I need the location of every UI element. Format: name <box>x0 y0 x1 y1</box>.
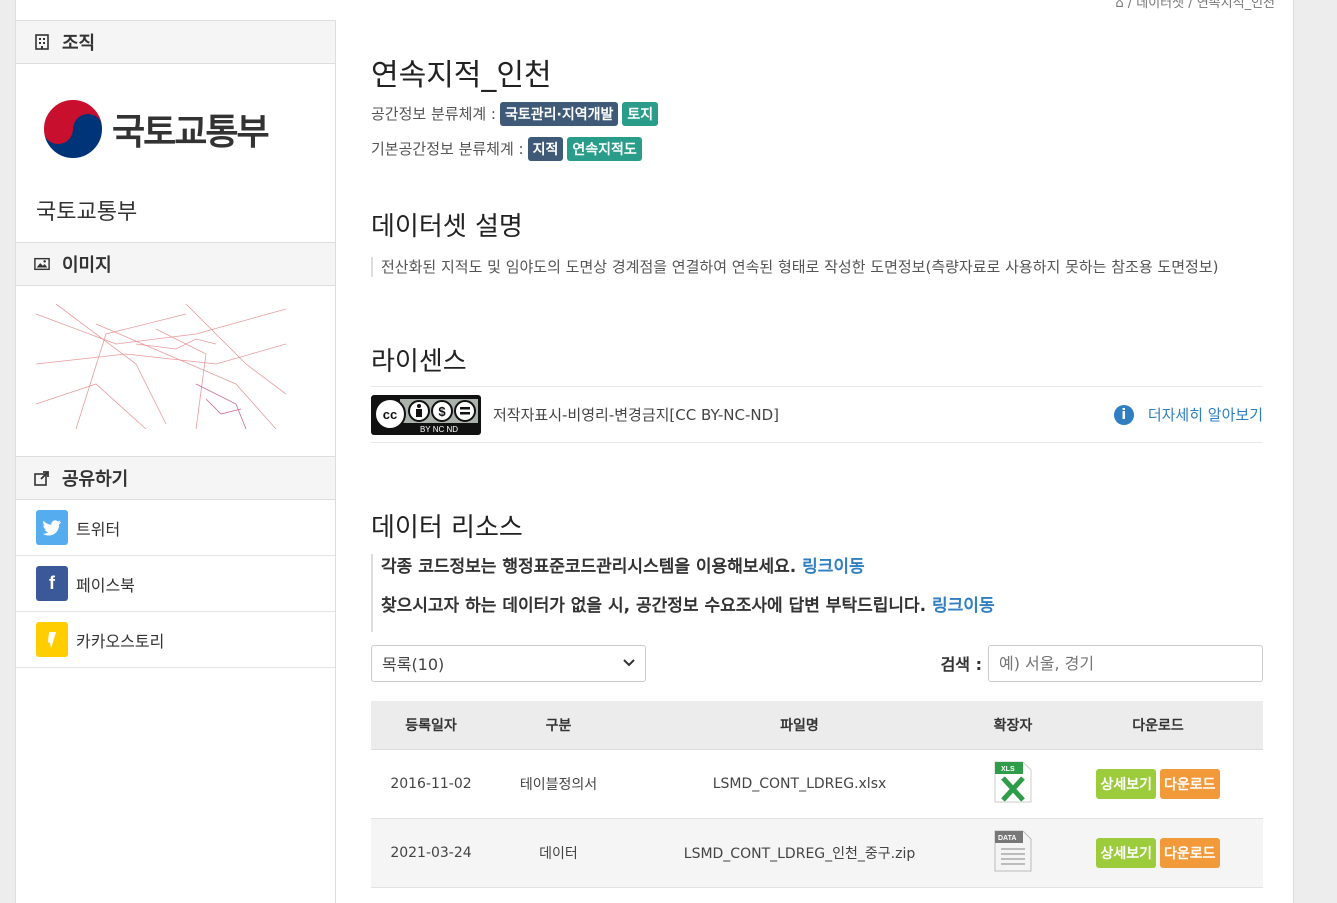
table-header-row: 등록일자 구분 파일명 확장자 다운로드 <box>371 701 1263 750</box>
license-more-label: 더자세히 알아보기 <box>1147 406 1263 424</box>
row-extension: XLS <box>973 749 1053 819</box>
search-input[interactable] <box>988 644 1263 682</box>
twitter-icon <box>36 510 68 545</box>
org-logo: 국토교통부 <box>16 64 335 194</box>
building-icon <box>34 34 50 50</box>
share-section-header: 공유하기 <box>16 456 335 500</box>
spatial-tag-2[interactable]: 토지 <box>622 101 659 126</box>
dataset-preview-image <box>16 286 335 456</box>
search-label: 검색 : <box>940 655 982 674</box>
org-section-header: 조직 <box>16 20 335 64</box>
notice-survey-text: 찾으시고자 하는 데이터가 없을 시, 공간정보 수요조사에 답변 부탁드립니다… <box>381 596 927 616</box>
row-actions: 상세보기 다운로드 <box>1053 818 1263 888</box>
image-section-header: 이미지 <box>16 242 335 286</box>
license-text: 저작자표시-비영리-변경금지[CC BY-NC-ND] <box>493 406 779 424</box>
col-filename[interactable]: 파일명 <box>626 701 973 750</box>
xls-label: XLS <box>1001 766 1015 773</box>
page-size-select[interactable]: 목록(10) <box>371 644 646 682</box>
svg-text:$: $ <box>438 404 446 419</box>
survey-link[interactable]: 링크이동 <box>932 596 995 616</box>
resources-heading: 데이터 리소스 <box>371 513 523 543</box>
kakaostory-icon <box>36 622 68 657</box>
notice-survey: 찾으시고자 하는 데이터가 없을 시, 공간정보 수요조사에 답변 부탁드립니다… <box>381 593 1263 632</box>
share-icon <box>34 470 50 486</box>
info-icon: i <box>1113 404 1134 425</box>
share-facebook[interactable]: f 페이스북 <box>16 556 335 612</box>
resources-notice: 각종 코드정보는 행정표준코드관리시스템을 이용해보세요. 링크이동 찾으시고자… <box>371 554 1263 632</box>
sidebar: 조직 국토교통부 국토교통부 이미지 공유하기 트위터 f 페이스북 카카오스토… <box>16 20 336 903</box>
row-date: 2021-03-24 <box>371 818 491 888</box>
license-more-link[interactable]: i 더자세히 알아보기 <box>1113 404 1263 425</box>
table-row: 2021-03-24 데이터 LSMD_CONT_LDREG_인천_중구.zip… <box>371 818 1263 888</box>
breadcrumb[interactable]: ⌂ / 데이터셋 / 연속지적_인천 <box>1115 0 1275 11</box>
notice-code-text: 각종 코드정보는 행정표준코드관리시스템을 이용해보세요. <box>381 557 797 577</box>
download-button[interactable]: 다운로드 <box>1160 768 1220 799</box>
cc-license-badge-icon[interactable]: cc $ BY NC ND <box>371 394 481 435</box>
org-logo-text: 국토교통부 <box>112 112 270 153</box>
facebook-icon: f <box>36 566 68 601</box>
base-classification: 기본공간정보 분류체계 : 지적 연속지적도 <box>371 131 1263 166</box>
data-file-icon: DATA <box>993 829 1033 873</box>
col-type[interactable]: 구분 <box>491 701 626 750</box>
col-download: 다운로드 <box>1053 701 1263 750</box>
image-icon <box>34 256 50 272</box>
svg-text:cc: cc <box>383 407 397 422</box>
description-text: 전산화된 지적도 및 임야도의 도면상 경계점을 연결하여 연속된 형태로 작성… <box>371 257 1263 277</box>
share-twitter[interactable]: 트위터 <box>16 500 335 556</box>
share-facebook-label: 페이스북 <box>76 575 135 595</box>
detail-button[interactable]: 상세보기 <box>1096 768 1156 799</box>
page: ⌂ / 데이터셋 / 연속지적_인천 조직 국토교통부 국토교통부 이미지 공유… <box>0 0 1337 903</box>
spatial-classification-label: 공간정보 분류체계 : <box>371 105 496 123</box>
svg-text:BY NC ND: BY NC ND <box>420 425 458 434</box>
cadastral-map-thumbnail <box>35 303 287 430</box>
license-heading: 라이센스 <box>371 347 467 377</box>
org-section-title: 조직 <box>62 33 96 54</box>
chevron-down-icon <box>623 659 635 667</box>
notice-code-info: 각종 코드정보는 행정표준코드관리시스템을 이용해보세요. 링크이동 <box>381 554 1263 593</box>
share-section-title: 공유하기 <box>62 469 129 490</box>
data-label: DATA <box>998 835 1016 842</box>
row-filename: LSMD_CONT_LDREG.xlsx <box>626 749 973 819</box>
spatial-tag-1[interactable]: 국토관리·지역개발 <box>500 101 619 126</box>
download-button[interactable]: 다운로드 <box>1160 837 1220 868</box>
share-twitter-label: 트위터 <box>76 519 121 539</box>
spatial-classification: 공간정보 분류체계 : 국토관리·지역개발 토지 <box>371 96 1263 131</box>
col-extension[interactable]: 확장자 <box>973 701 1053 750</box>
description-heading: 데이터셋 설명 <box>371 212 523 242</box>
xls-file-icon: XLS <box>993 760 1033 804</box>
org-name: 국토교통부 <box>36 200 138 225</box>
main-content: 연속지적_인천 공간정보 분류체계 : 국토관리·지역개발 토지 기본공간정보 … <box>371 50 1263 888</box>
col-date[interactable]: 등록일자 <box>371 701 491 750</box>
row-type: 데이터 <box>491 818 626 888</box>
row-date: 2016-11-02 <box>371 749 491 819</box>
row-type: 테이블정의서 <box>491 749 626 819</box>
image-section-title: 이미지 <box>62 255 112 276</box>
table-controls: 목록(10) 검색 : <box>371 644 1263 682</box>
dataset-title: 연속지적_인천 <box>371 58 552 93</box>
license-row: cc $ BY NC ND 저작자표시-비영리-변경금지[CC BY-NC-ND… <box>371 386 1263 443</box>
share-kakaostory[interactable]: 카카오스토리 <box>16 612 335 668</box>
page-size-value: 목록(10) <box>382 655 445 674</box>
base-tag-1[interactable]: 지적 <box>527 136 564 161</box>
base-tag-2[interactable]: 연속지적도 <box>567 136 642 161</box>
resource-table: 등록일자 구분 파일명 확장자 다운로드 2016-11-02 테이블정의서 L… <box>371 701 1263 888</box>
content-frame: ⌂ / 데이터셋 / 연속지적_인천 조직 국토교통부 국토교통부 이미지 공유… <box>15 0 1294 903</box>
row-extension: DATA <box>973 818 1053 888</box>
base-classification-label: 기본공간정보 분류체계 : <box>371 140 524 158</box>
detail-button[interactable]: 상세보기 <box>1096 837 1156 868</box>
row-actions: 상세보기 다운로드 <box>1053 749 1263 819</box>
code-system-link[interactable]: 링크이동 <box>802 557 865 577</box>
table-row: 2016-11-02 테이블정의서 LSMD_CONT_LDREG.xlsx X… <box>371 749 1263 819</box>
molit-emblem-icon <box>42 98 104 160</box>
share-kakaostory-label: 카카오스토리 <box>76 631 165 651</box>
row-filename: LSMD_CONT_LDREG_인천_중구.zip <box>626 818 973 888</box>
